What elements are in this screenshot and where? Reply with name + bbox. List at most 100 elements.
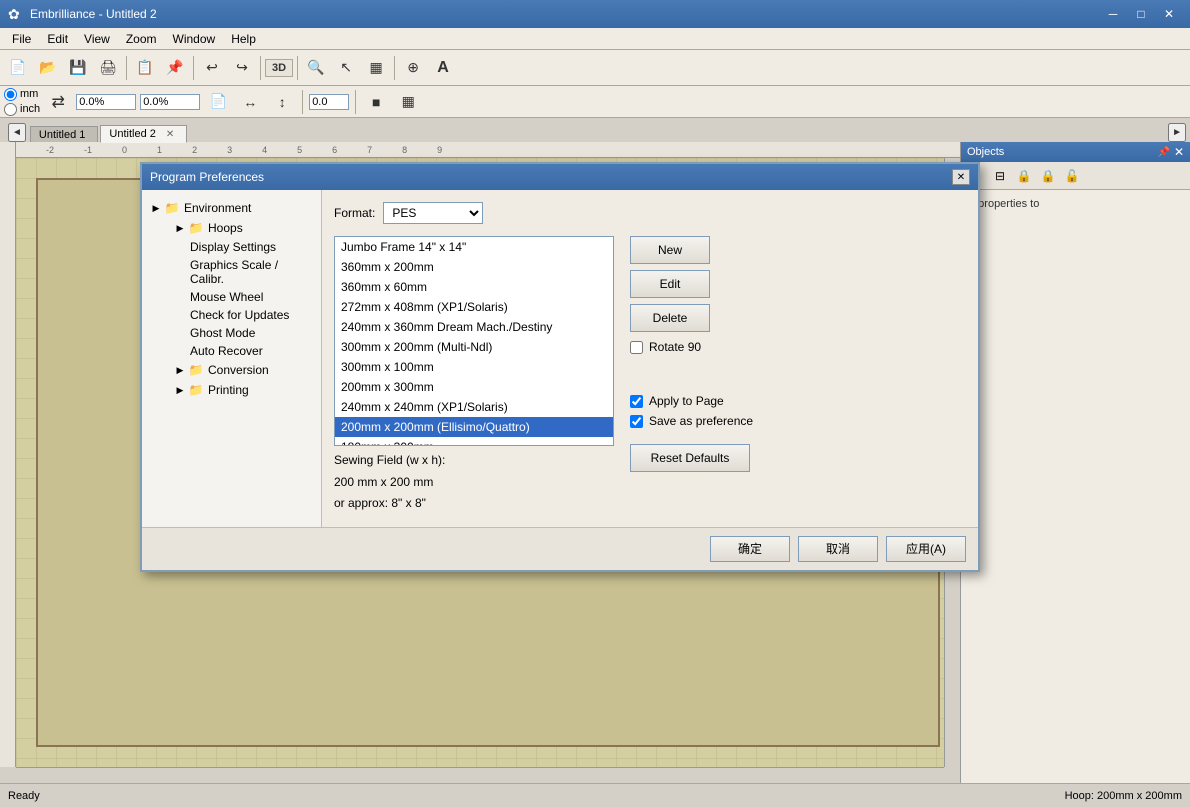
tree-mouse-wheel[interactable]: Mouse Wheel	[146, 288, 317, 306]
objects-panel: Objects 📌 ✕ ⊞ ⊟ 🔒 🔒 🔓 ...properties to	[960, 142, 1190, 783]
tree-environment[interactable]: ▶ 📁 Environment	[146, 198, 317, 218]
scroll-horizontal[interactable]	[16, 767, 944, 783]
ok-button[interactable]: 确定	[710, 536, 790, 562]
save-preference-label: Save as preference	[649, 414, 753, 428]
page-button[interactable]: 📄	[204, 88, 232, 116]
tab-left-arrow[interactable]: ◄	[8, 123, 26, 142]
print-button[interactable]: 🖨	[94, 54, 122, 82]
new-button[interactable]: 📄	[4, 54, 32, 82]
toolbar-sep-4	[297, 56, 298, 80]
tree-label-hoops: Hoops	[208, 221, 243, 235]
tree-arrow-environment: ▶	[150, 202, 162, 214]
cancel-button[interactable]: 取消	[798, 536, 878, 562]
tree-conversion[interactable]: ▶ 📁 Conversion	[146, 360, 317, 380]
menu-view[interactable]: View	[76, 30, 118, 48]
undo-button[interactable]: ↩	[198, 54, 226, 82]
tree-label-printing: Printing	[208, 383, 249, 397]
panel-lock2-btn[interactable]: 🔒	[1037, 165, 1059, 187]
apply-to-page-label: Apply to Page	[649, 394, 724, 408]
menu-zoom[interactable]: Zoom	[118, 30, 165, 48]
tree-display-settings[interactable]: Display Settings	[146, 238, 317, 256]
hoop-item[interactable]: 240mm x 240mm (XP1/Solaris)	[335, 397, 613, 417]
3d-button[interactable]: 3D	[265, 59, 293, 77]
hoop-item[interactable]: 300mm x 100mm	[335, 357, 613, 377]
redo-button[interactable]: ↪	[228, 54, 256, 82]
tree-icon-hoops: 📁	[188, 220, 204, 236]
hoop-item[interactable]: Jumbo Frame 14" x 14"	[335, 237, 613, 257]
hoop-item[interactable]: 360mm x 200mm	[335, 257, 613, 277]
hoop-item[interactable]: 200mm x 200mm (Ellisimo/Quattro)	[335, 417, 613, 437]
unit-mm-radio[interactable]	[4, 88, 17, 101]
status-bar: Ready Hoop: 200mm x 200mm	[0, 783, 1190, 807]
tree-check-updates[interactable]: Check for Updates	[146, 306, 317, 324]
save-preference-checkbox[interactable]	[630, 415, 643, 428]
tree-label-recover: Auto Recover	[190, 344, 263, 358]
apply-to-page-row: Apply to Page	[630, 394, 753, 408]
y-coord-input[interactable]	[140, 94, 200, 110]
unit-inch-radio[interactable]	[4, 103, 17, 116]
toolbar-sep-1	[126, 56, 127, 80]
select-button[interactable]: ↖	[332, 54, 360, 82]
paste-button[interactable]: 📌	[161, 54, 189, 82]
menu-window[interactable]: Window	[165, 30, 224, 48]
link-coords-button[interactable]: ⇄	[44, 88, 72, 116]
tree-graphics-scale[interactable]: Graphics Scale / Calibr.	[146, 256, 317, 288]
menu-help[interactable]: Help	[223, 30, 264, 48]
panel-remove-btn[interactable]: ⊟	[989, 165, 1011, 187]
reset-defaults-button[interactable]: Reset Defaults	[630, 444, 750, 472]
tree-hoops[interactable]: ▶ 📁 Hoops	[146, 218, 317, 238]
copy-button[interactable]: 📋	[131, 54, 159, 82]
maximize-button[interactable]: □	[1128, 4, 1154, 24]
hoop-item[interactable]: 272mm x 408mm (XP1/Solaris)	[335, 297, 613, 317]
tree-label-ghost: Ghost Mode	[190, 326, 255, 340]
minimize-button[interactable]: ─	[1100, 4, 1126, 24]
hoop-actions: New Edit Delete	[630, 236, 753, 332]
hoop-item[interactable]: 300mm x 200mm (Multi-Ndl)	[335, 337, 613, 357]
text-button[interactable]: A	[429, 54, 457, 82]
window-controls: ─ □ ✕	[1100, 4, 1182, 24]
emblem-button[interactable]: ⊕	[399, 54, 427, 82]
grid-btn[interactable]: ▦	[394, 88, 422, 116]
rotation-input[interactable]	[309, 94, 349, 110]
tree-label-display: Display Settings	[190, 240, 276, 254]
menu-bar: File Edit View Zoom Window Help	[0, 28, 1190, 50]
apply-button[interactable]: 应用(A)	[886, 536, 966, 562]
flip-h-button[interactable]: ↔	[236, 88, 264, 116]
hoop-item[interactable]: 180mm x 300mm	[335, 437, 613, 446]
panel-pin-icon[interactable]: 📌	[1157, 147, 1169, 158]
close-button[interactable]: ✕	[1156, 4, 1182, 24]
zoom-button[interactable]: 🔍	[302, 54, 330, 82]
flip-v-button[interactable]: ↕	[268, 88, 296, 116]
hoop-item[interactable]: 200mm x 300mm	[335, 377, 613, 397]
tab-right-arrow[interactable]: ►	[1168, 123, 1186, 142]
hoop-item[interactable]: 240mm x 360mm Dream Mach./Destiny	[335, 317, 613, 337]
x-coord-input[interactable]	[76, 94, 136, 110]
new-hoop-button[interactable]: New	[630, 236, 710, 264]
delete-hoop-button[interactable]: Delete	[630, 304, 710, 332]
hoop-list[interactable]: Jumbo Frame 14" x 14"360mm x 200mm360mm …	[334, 236, 614, 446]
apply-to-page-checkbox[interactable]	[630, 395, 643, 408]
tree-ghost-mode[interactable]: Ghost Mode	[146, 324, 317, 342]
rotate-checkbox[interactable]	[630, 341, 643, 354]
black-square-btn[interactable]: ■	[362, 88, 390, 116]
panel-close-button[interactable]: ✕	[1174, 145, 1184, 159]
preferences-dialog: Program Preferences ✕ ▶ 📁 Environment ▶	[140, 162, 980, 572]
tree-label-environment: Environment	[184, 201, 251, 215]
tab-close-icon[interactable]: ✕	[166, 129, 174, 140]
panel-lock-btn[interactable]: 🔒	[1013, 165, 1035, 187]
dialog-close-button[interactable]: ✕	[952, 169, 970, 185]
tab-untitled2[interactable]: Untitled 2 ✕	[100, 125, 187, 143]
stitch-view-button[interactable]: ▦	[362, 54, 390, 82]
menu-file[interactable]: File	[4, 30, 39, 48]
format-select[interactable]: PES DST EXP JEF HUS VIP VP3 XXX	[383, 202, 483, 224]
tree-auto-recover[interactable]: Auto Recover	[146, 342, 317, 360]
panel-unlock-btn[interactable]: 🔓	[1061, 165, 1083, 187]
hoop-item[interactable]: 360mm x 60mm	[335, 277, 613, 297]
save-button[interactable]: 💾	[64, 54, 92, 82]
tree-printing[interactable]: ▶ 📁 Printing	[146, 380, 317, 400]
unit-mm-label: mm	[20, 88, 38, 100]
menu-edit[interactable]: Edit	[39, 30, 76, 48]
edit-hoop-button[interactable]: Edit	[630, 270, 710, 298]
tab-untitled1[interactable]: Untitled 1	[30, 126, 98, 143]
open-button[interactable]: 📂	[34, 54, 62, 82]
